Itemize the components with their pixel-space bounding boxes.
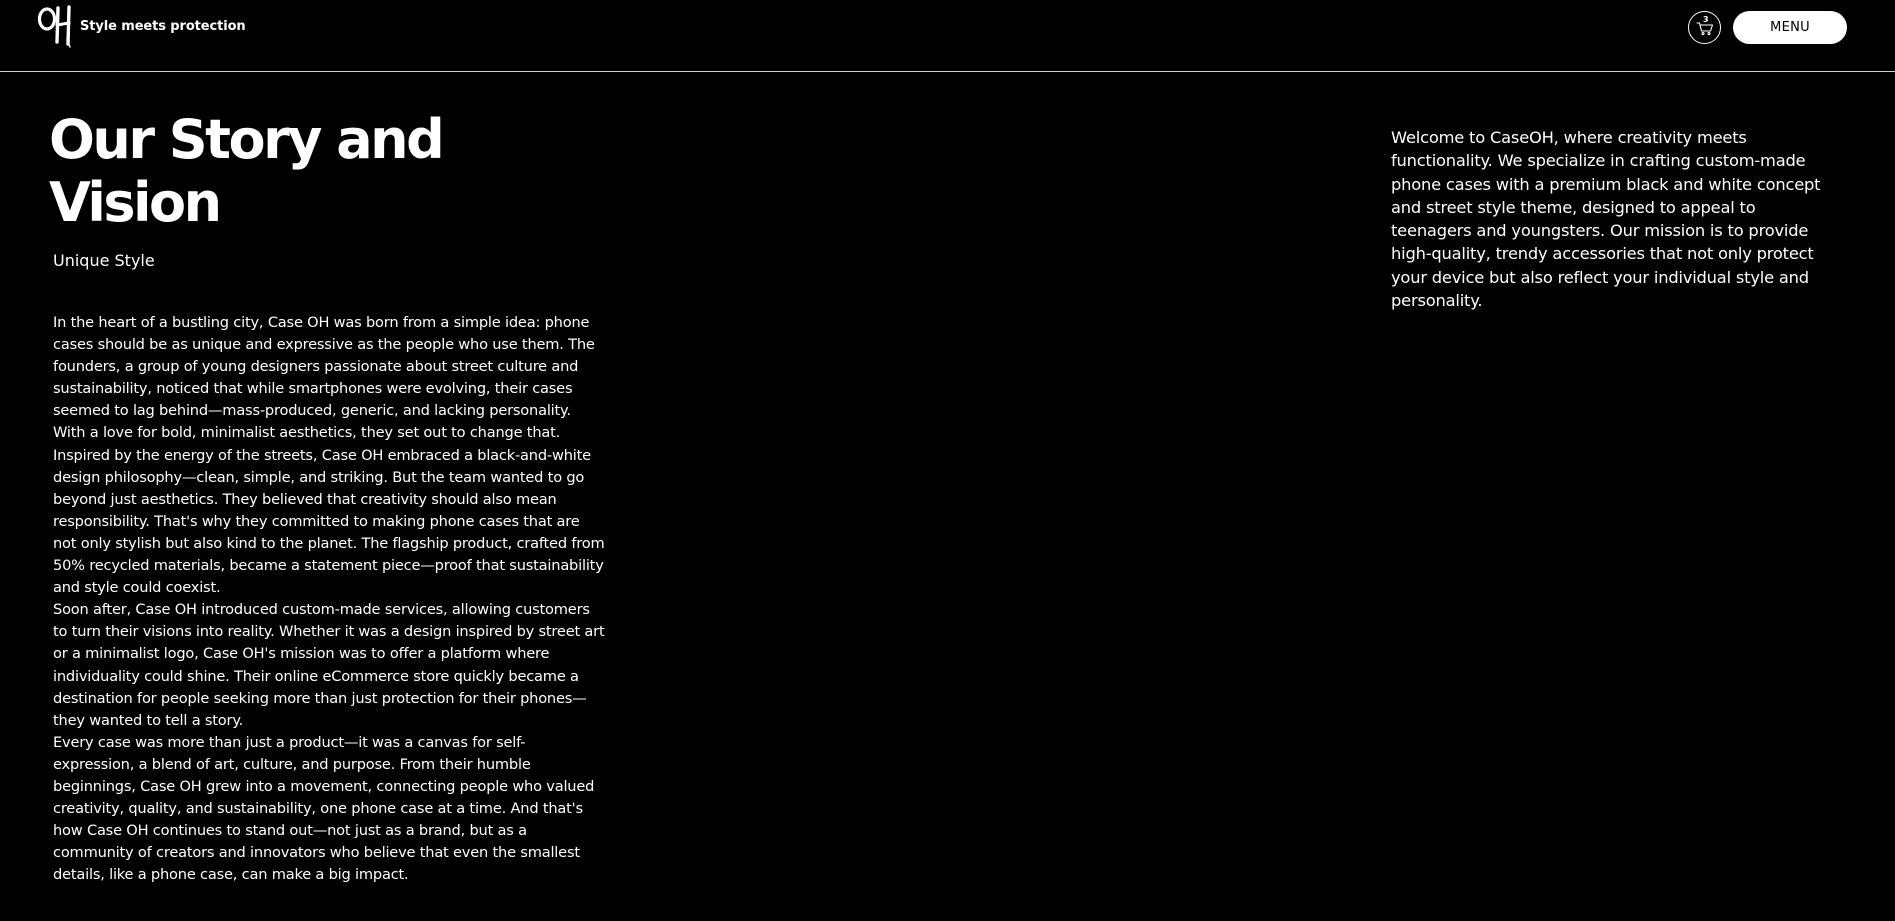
story-paragraph: Inspired by the energy of the streets, C… [53, 446, 605, 597]
page-title: Our Story and Vision [49, 108, 445, 234]
cart-button[interactable]: 3 [1688, 11, 1721, 44]
site-header: Style meets protection 3 MENU [0, 0, 1895, 72]
welcome-text: Welcome to CaseOH, where creativity meet… [1391, 128, 1821, 311]
cart-count-badge: 3 [1703, 15, 1709, 24]
menu-button[interactable]: MENU [1733, 11, 1847, 44]
site-tagline: Style meets protection [80, 19, 246, 34]
story-paragraph: Every case was more than just a product—… [53, 733, 595, 884]
page-subtitle: Unique Style [53, 251, 155, 270]
story-paragraph: Soon after, Case OH introduced custom-ma… [53, 601, 605, 729]
story-text: In the heart of a bustling city, Case OH… [53, 312, 605, 886]
story-paragraph: In the heart of a bustling city, Case OH… [53, 314, 595, 442]
caseoh-logo-icon[interactable] [36, 4, 76, 48]
